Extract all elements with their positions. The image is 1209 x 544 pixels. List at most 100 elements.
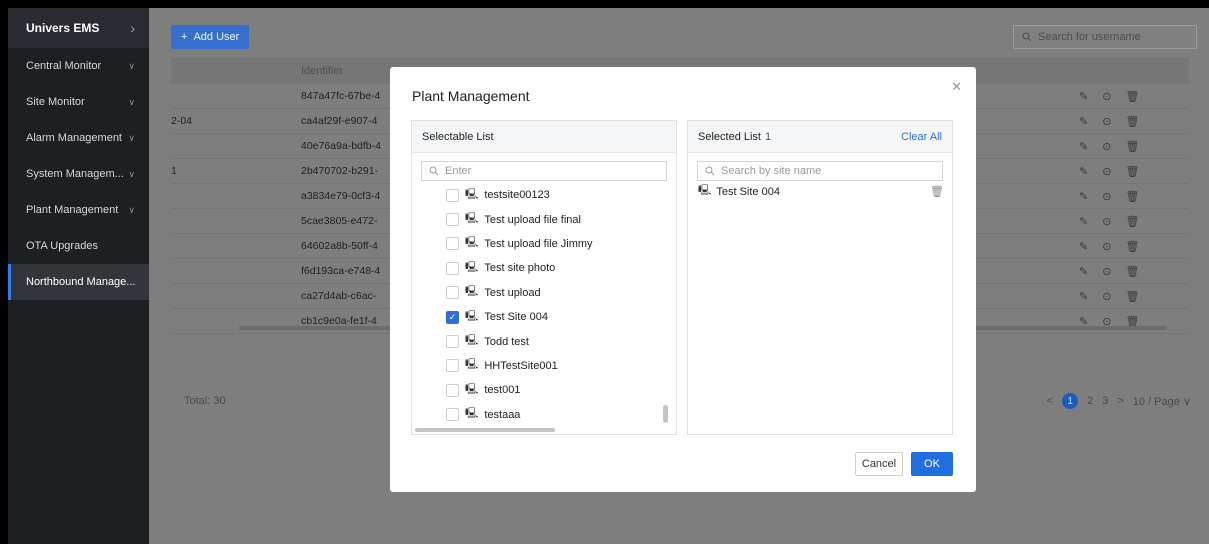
settings-circle-icon[interactable]: ⊙: [1102, 240, 1111, 253]
edit-icon[interactable]: ✎: [1079, 140, 1088, 153]
delete-icon[interactable]: 🗑︎: [1125, 115, 1139, 128]
ok-button[interactable]: OK: [911, 452, 953, 476]
edit-icon[interactable]: ✎: [1079, 215, 1088, 228]
site-icon: 🖳︎: [465, 408, 479, 420]
sidebar-nav-item[interactable]: Plant Management ∨: [8, 192, 149, 228]
sidebar-nav-item[interactable]: Site Monitor ∨: [8, 84, 149, 120]
checkbox[interactable]: ✓: [446, 310, 459, 324]
checkbox[interactable]: [446, 213, 459, 227]
close-icon[interactable]: ✕: [951, 79, 962, 95]
selectable-list-item[interactable]: 🖳︎ Todd test: [446, 329, 593, 353]
settings-circle-icon[interactable]: ⊙: [1102, 265, 1111, 278]
delete-icon[interactable]: 🗑︎: [1125, 165, 1139, 178]
edit-icon[interactable]: ✎: [1079, 115, 1088, 128]
sidebar-nav-item[interactable]: OTA Upgrades: [8, 228, 149, 264]
total-count: Total: 30: [184, 395, 226, 407]
checkbox[interactable]: [446, 286, 459, 300]
username-search-input[interactable]: Search for username: [1013, 25, 1197, 49]
settings-circle-icon[interactable]: ⊙: [1102, 90, 1111, 103]
sidebar-nav-item[interactable]: Alarm Management ∨: [8, 120, 149, 156]
delete-icon[interactable]: 🗑︎: [1125, 140, 1139, 153]
page-3[interactable]: 3: [1102, 395, 1108, 407]
brand-header[interactable]: Univers EMS ›: [8, 8, 149, 48]
checkbox[interactable]: [446, 359, 459, 373]
checkbox[interactable]: [446, 237, 459, 251]
selectable-list-item[interactable]: 🖳︎ Test upload: [446, 281, 593, 305]
add-user-button[interactable]: + Add User: [171, 25, 250, 49]
list-horizontal-scrollbar[interactable]: [415, 428, 555, 432]
edit-icon[interactable]: ✎: [1079, 165, 1088, 178]
checkbox[interactable]: [446, 335, 459, 349]
page-size-select[interactable]: 10 / Page ∨: [1133, 395, 1191, 408]
site-icon: 🖳︎: [465, 237, 479, 249]
selectable-list-item[interactable]: 🖳︎ Test upload file Jimmy: [446, 232, 593, 256]
prev-page-icon[interactable]: <: [1047, 395, 1053, 407]
selected-list-header: Selected List 1 Clear All: [688, 121, 952, 153]
collapse-arrow-icon[interactable]: ›: [130, 20, 135, 36]
selectable-list-item[interactable]: 🖳︎ test001: [446, 378, 593, 402]
site-icon: 🖳︎: [698, 185, 712, 196]
page-current[interactable]: 1: [1062, 393, 1079, 409]
sidebar-nav-item[interactable]: Northbound Manage...: [8, 264, 149, 300]
delete-icon[interactable]: 🗑︎: [1125, 190, 1139, 203]
page-2[interactable]: 2: [1087, 395, 1093, 407]
chevron-down-icon: ∨: [128, 96, 135, 107]
next-page-icon[interactable]: >: [1117, 395, 1123, 407]
row-actions: ✎ ⊙ 🗑︎: [1079, 265, 1189, 278]
site-icon: 🖳︎: [465, 286, 479, 298]
delete-icon[interactable]: 🗑︎: [1125, 265, 1139, 278]
plus-icon: +: [181, 31, 188, 43]
edit-icon[interactable]: ✎: [1079, 190, 1088, 203]
edit-icon[interactable]: ✎: [1079, 290, 1088, 303]
site-name: Test upload file Jimmy: [484, 237, 593, 250]
settings-circle-icon[interactable]: ⊙: [1102, 140, 1111, 153]
settings-circle-icon[interactable]: ⊙: [1102, 290, 1111, 303]
selectable-list-title: Selectable List: [422, 130, 494, 143]
settings-circle-icon[interactable]: ⊙: [1102, 215, 1111, 228]
edit-icon[interactable]: ✎: [1079, 90, 1088, 103]
search-icon: [705, 166, 715, 176]
edit-icon[interactable]: ✎: [1079, 265, 1088, 278]
settings-circle-icon[interactable]: ⊙: [1102, 165, 1111, 178]
site-icon: 🖳︎: [465, 310, 479, 322]
sidebar-nav-item[interactable]: Central Monitor ∨: [8, 48, 149, 84]
selectable-list-panel: Selectable List Enter 🖳︎ testsite00123 🖳︎ T…: [411, 120, 677, 435]
delete-icon[interactable]: 🗑︎: [1125, 240, 1139, 253]
site-icon: 🖳︎: [465, 188, 479, 200]
search-placeholder: Search for username: [1038, 31, 1141, 43]
row-actions: ✎ ⊙ 🗑︎: [1079, 165, 1189, 178]
chevron-down-icon: ∨: [1182, 395, 1191, 408]
sidebar-item-label: System Managem...: [26, 168, 124, 180]
checkbox[interactable]: [446, 261, 459, 275]
plant-management-modal: Plant Management ✕ Selectable List Enter…: [390, 67, 976, 492]
site-icon: 🖳︎: [465, 359, 479, 371]
selected-list-item: 🖳︎ Test Site 004 🗑︎: [698, 183, 944, 200]
clear-all-button[interactable]: Clear All: [901, 131, 942, 143]
remove-icon[interactable]: 🗑︎: [930, 185, 944, 198]
site-name-search-input[interactable]: Search by site name: [697, 161, 943, 181]
sidebar-nav-item[interactable]: System Managem... ∨: [8, 156, 149, 192]
selected-list-title: Selected List: [698, 130, 761, 143]
checkbox[interactable]: [446, 383, 459, 397]
cancel-button[interactable]: Cancel: [855, 452, 903, 476]
delete-icon[interactable]: 🗑︎: [1125, 215, 1139, 228]
selectable-list-item[interactable]: 🖳︎ Test site photo: [446, 256, 593, 280]
checkbox[interactable]: [446, 188, 459, 202]
settings-circle-icon[interactable]: ⊙: [1102, 190, 1111, 203]
delete-icon[interactable]: 🗑︎: [1125, 290, 1139, 303]
selectable-list-item[interactable]: 🖳︎ HHTestSite001: [446, 354, 593, 378]
brand-name: Univers EMS: [26, 21, 100, 35]
settings-circle-icon[interactable]: ⊙: [1102, 115, 1111, 128]
selectable-search-input[interactable]: Enter: [421, 161, 667, 181]
checkbox[interactable]: [446, 408, 459, 422]
modal-title: Plant Management: [412, 88, 530, 104]
row-left-cell: 1: [171, 165, 177, 177]
selectable-list-item[interactable]: 🖳︎ Test upload file final: [446, 207, 593, 231]
selectable-list-item[interactable]: 🖳︎ testsite00123: [446, 183, 593, 207]
edit-icon[interactable]: ✎: [1079, 240, 1088, 253]
selectable-list-item[interactable]: 🖳︎ testaaa: [446, 403, 593, 427]
selectable-list-item[interactable]: ✓ 🖳︎ Test Site 004: [446, 305, 593, 329]
delete-icon[interactable]: 🗑︎: [1125, 90, 1139, 103]
list-vertical-scrollbar[interactable]: [663, 405, 668, 423]
add-user-label: Add User: [193, 31, 240, 43]
